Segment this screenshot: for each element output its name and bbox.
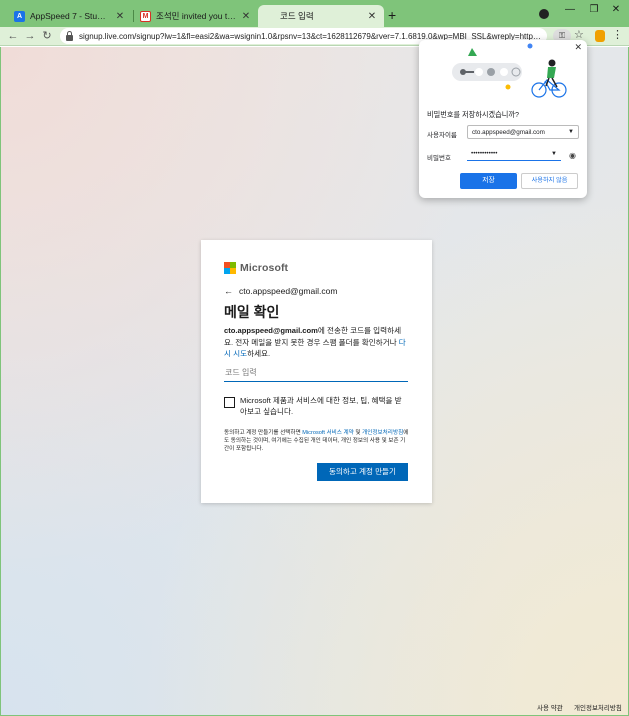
terms-text: 동의하고 계정 만들기를 선택하면 Microsoft 서비스 계약 및 개인정… <box>224 429 410 453</box>
new-tab-button[interactable]: + <box>388 7 396 23</box>
tab-gmail[interactable]: M 조석민 invited you to access a ✕ <box>134 5 258 27</box>
create-account-button[interactable]: 동의하고 계정 만들기 <box>317 463 408 481</box>
dot-shape <box>475 68 483 76</box>
minimize-icon[interactable]: — <box>560 4 580 15</box>
dot-shape <box>487 68 495 76</box>
password-select[interactable]: •••••••••••• ▼ <box>467 147 561 161</box>
never-save-button[interactable]: 사용하지 않음 <box>521 173 578 189</box>
username-value: cto.appspeed@gmail.com <box>472 128 545 136</box>
microsoft-logo: Microsoft <box>224 262 288 274</box>
tab-title: AppSpeed 7 - Studio 710 <box>30 11 110 21</box>
code-input[interactable] <box>224 364 408 382</box>
key-shaft-shape <box>465 71 474 73</box>
yellow-dot-shape <box>505 84 511 90</box>
terms-mid: 및 <box>353 430 363 436</box>
save-password-button[interactable]: 저장 <box>460 173 517 189</box>
tab-code-entry[interactable]: 코드 입력 ✕ <box>258 5 384 27</box>
signup-card: Microsoft ← cto.appspeed@gmail.com 메일 확인… <box>201 240 432 503</box>
save-password-title: 비밀번호를 저장하시겠습니까? <box>427 110 519 119</box>
tab-appspeed[interactable]: A AppSpeed 7 - Studio 710 ✕ <box>8 5 132 27</box>
microsoft-logo-icon <box>224 262 236 274</box>
close-window-icon[interactable]: ✕ <box>606 4 626 15</box>
tab-title: 코드 입력 <box>280 11 314 21</box>
dropdown-arrow-icon: ▼ <box>568 129 574 135</box>
green-triangle-shape <box>468 48 477 56</box>
account-email: cto.appspeed@gmail.com <box>239 286 338 296</box>
username-label: 사용자이름 <box>427 132 457 139</box>
gmail-icon: M <box>140 10 151 22</box>
instruction-email: cto.appspeed@gmail.com <box>224 326 318 335</box>
instruction-text: cto.appspeed@gmail.com에 전송한 코드를 입력하세요. 전… <box>224 325 410 360</box>
tab-strip: A AppSpeed 7 - Studio 710 ✕ M 조석민 invite… <box>0 0 629 27</box>
username-select[interactable]: cto.appspeed@gmail.com ▼ <box>467 125 579 139</box>
marketing-opt-in[interactable]: Microsoft 제품과 서비스에 대한 정보, 팁, 혜택을 받아보고 싶습… <box>224 396 408 417</box>
eye-icon[interactable]: ◉ <box>569 151 576 160</box>
dropdown-arrow-icon: ▼ <box>551 150 557 157</box>
save-password-dialog: ✕ 비밀번호를 저장하시겠습니까? 사용자이름 cto.appspeed@gma… <box>419 40 587 198</box>
back-arrow-icon[interactable]: ← <box>224 286 233 296</box>
back-to-email[interactable]: ← cto.appspeed@gmail.com <box>224 286 337 296</box>
menu-icon[interactable]: ⋮ <box>612 28 623 41</box>
terms-start: 동의하고 계정 만들기를 선택하면 <box>224 430 303 436</box>
password-label: 비밀번호 <box>427 155 451 162</box>
close-icon[interactable]: ✕ <box>240 11 252 22</box>
dot-shape <box>500 68 508 76</box>
instruction-end: 하세요. <box>247 349 271 358</box>
back-icon[interactable]: ← <box>6 28 20 44</box>
brand-name: Microsoft <box>240 262 289 274</box>
close-icon[interactable]: ✕ <box>114 11 126 22</box>
footer-privacy-link[interactable]: 개인정보처리방침 <box>574 702 622 712</box>
close-icon[interactable]: ✕ <box>366 11 378 22</box>
blue-dot-shape <box>527 43 533 49</box>
profile-icon[interactable] <box>539 9 549 19</box>
cyclist-illustration <box>531 59 567 98</box>
lock-icon <box>66 30 73 41</box>
maximize-icon[interactable]: ❐ <box>584 4 604 15</box>
services-agreement-link[interactable]: Microsoft 서비스 계약 <box>302 430 354 436</box>
password-illustration <box>452 43 567 98</box>
marketing-checkbox[interactable] <box>224 397 235 408</box>
extension-icon[interactable] <box>595 30 605 42</box>
page-title: 메일 확인 <box>224 304 280 320</box>
forward-icon[interactable]: → <box>23 28 37 44</box>
appspeed-icon: A <box>14 10 25 22</box>
footer-terms-link[interactable]: 사용 약관 <box>537 702 563 712</box>
marketing-checkbox-label: Microsoft 제품과 서비스에 대한 정보, 팁, 혜택을 받아보고 싶습… <box>240 396 402 416</box>
privacy-statement-link[interactable]: 개인정보처리방침 <box>362 430 403 436</box>
close-icon[interactable]: ✕ <box>574 42 582 53</box>
tab-title: 조석민 invited you to access a <box>156 11 236 21</box>
password-value: •••••••••••• <box>471 150 498 157</box>
reload-icon[interactable]: ↻ <box>40 28 54 44</box>
microsoft-icon <box>264 11 275 22</box>
